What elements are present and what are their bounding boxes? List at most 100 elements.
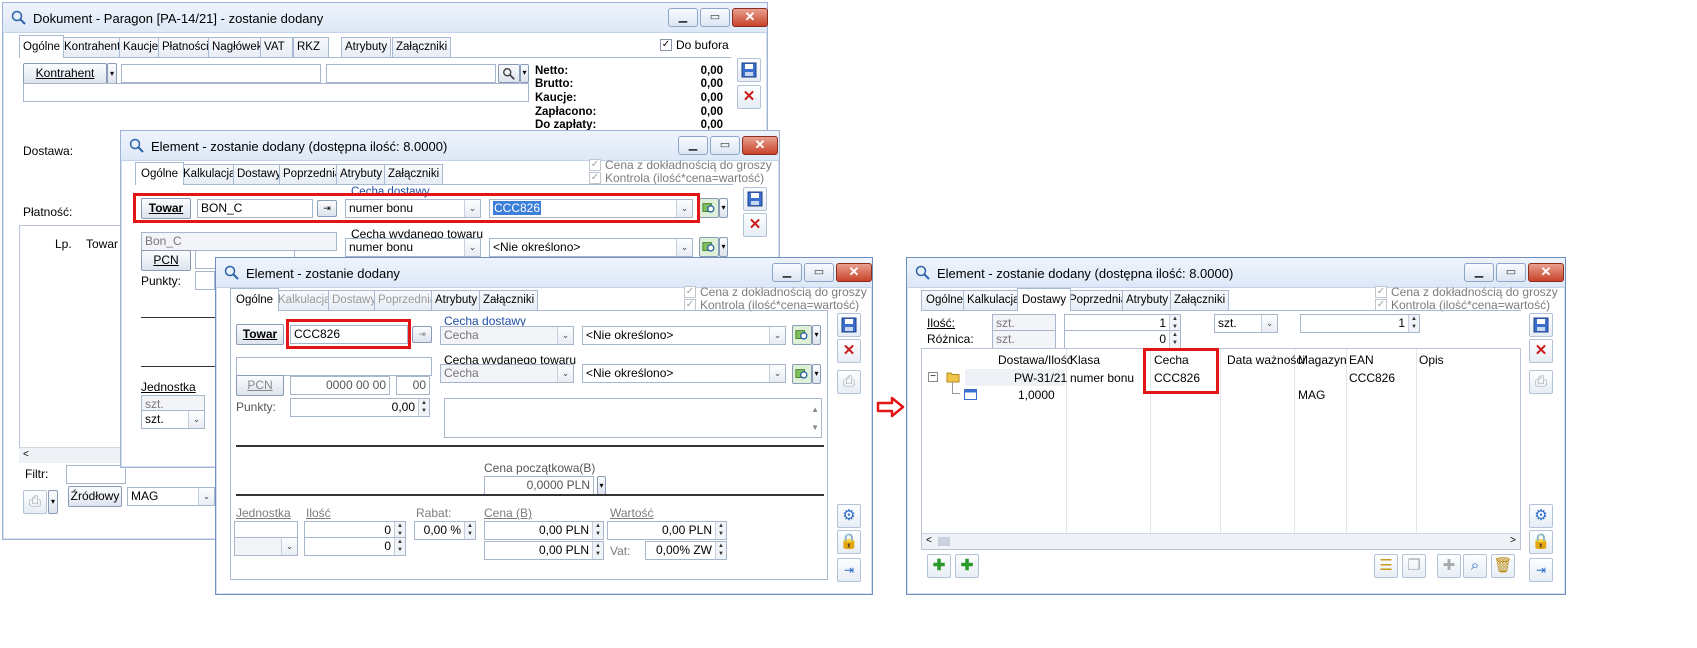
tab-dostawy[interactable]: Dostawy — [233, 164, 286, 184]
tab-kaucje[interactable]: Kaucje — [119, 37, 163, 57]
kontrahent-code-input[interactable] — [121, 64, 321, 83]
tab-ogolne[interactable]: Ogólne — [135, 162, 185, 185]
filtr-input[interactable] — [66, 465, 126, 484]
cecha-picker-dropdown[interactable]: ▾ — [719, 198, 728, 218]
spinner-icon[interactable]: ▲ ▼ — [715, 522, 726, 539]
col-ean[interactable]: EAN — [1349, 353, 1374, 367]
towar-name-input[interactable]: Bon_C — [141, 232, 337, 251]
tab-zalaczniki[interactable]: Załączniki — [479, 290, 539, 310]
col-data-waznosci[interactable]: Data ważności — [1227, 353, 1305, 367]
tab-atrybuty[interactable]: Atrybuty — [431, 290, 482, 310]
col-opis[interactable]: Opis — [1419, 353, 1444, 367]
maximize-button[interactable]: ▭ — [1496, 263, 1526, 282]
cena-input-2[interactable]: 0,00 PLN ▲ ▼ — [484, 541, 604, 560]
tab-zalaczniki[interactable]: Załączniki — [392, 37, 452, 57]
delete-icon[interactable]: ✕ — [743, 213, 767, 237]
tab-dostawy[interactable]: Dostawy — [1017, 288, 1072, 311]
pcn-button[interactable]: PCN — [141, 250, 191, 271]
cecha-wydanego-value-select[interactable]: <Nie określono> ⌄ — [582, 364, 786, 383]
delete-icon[interactable]: ✕ — [837, 339, 861, 363]
cena-poczatkowa-input[interactable]: 0,0000 PLN — [484, 476, 594, 495]
save-icon[interactable] — [837, 313, 861, 337]
col-dostawa-ilosc[interactable]: Dostawa/Ilość — [998, 353, 1073, 367]
cecha-wydanego-dropdown[interactable]: ▾ — [812, 364, 821, 384]
tab-kontrahent[interactable]: Kontrahent — [60, 37, 125, 57]
spinner-icon[interactable]: ▲ ▼ — [418, 399, 429, 416]
scroll-arrows-icon[interactable]: ▲ ▼ — [811, 401, 819, 437]
tab-platnosci[interactable]: Płatności — [158, 37, 213, 57]
kontrahent-name-input[interactable] — [326, 64, 496, 83]
scroll-left-icon[interactable]: < — [926, 535, 932, 546]
delete-icon[interactable]: ✕ — [737, 85, 761, 109]
lock-icon[interactable]: 🔒 — [1529, 530, 1553, 554]
gears-icon[interactable]: ⚙ — [1529, 504, 1553, 528]
list-icon[interactable]: ☰ — [1374, 554, 1398, 578]
minimize-button[interactable]: ▁ — [1464, 263, 1494, 282]
save-icon[interactable] — [737, 58, 761, 82]
spinner-icon[interactable]: ▲ ▼ — [1169, 331, 1180, 348]
cecha-wydanego-value-select[interactable]: <Nie określono> ⌄ — [489, 238, 693, 257]
horizontal-scrollbar[interactable]: < > — [922, 533, 1520, 549]
tab-ogolne[interactable]: Ogólne — [230, 288, 280, 311]
cecha-picker-dropdown[interactable]: ▾ — [812, 325, 821, 345]
col-magazyn[interactable]: Magazyn — [1298, 353, 1347, 367]
close-button[interactable]: ✕ — [742, 136, 778, 155]
tab-ogolne[interactable]: Ogólne — [19, 35, 65, 58]
cecha-dostawy-value-select[interactable]: <Nie określono> ⌄ — [582, 326, 786, 345]
kontrahent-button[interactable]: Kontrahent — [23, 63, 107, 84]
tab-rkz[interactable]: RKZ — [293, 37, 329, 57]
kontrahent-dropdown-button[interactable]: ▾ — [107, 63, 117, 84]
tab-kalkulacja[interactable]: Kalkulacja — [179, 164, 240, 184]
collapse-icon[interactable]: − — [928, 372, 938, 382]
spinner-icon[interactable]: ▲ ▼ — [592, 522, 603, 539]
pin-icon[interactable]: ⇥ — [1529, 558, 1553, 582]
tab-ogolne[interactable]: Ogólne — [921, 290, 969, 310]
spinner-icon[interactable]: ▲ ▼ — [464, 522, 475, 539]
wartosc-input[interactable]: 0,00 PLN ▲ ▼ — [607, 521, 727, 540]
kontrahent-search-button[interactable] — [498, 64, 520, 83]
close-button[interactable]: ✕ — [732, 8, 768, 27]
spinner-icon[interactable]: ▲ ▼ — [1408, 315, 1419, 332]
printer-icon[interactable]: ⎙ — [23, 490, 47, 514]
cecha-wydanego-dropdown[interactable]: ▾ — [719, 237, 728, 257]
cecha-wydanego-class-select[interactable]: numer bonu ⌄ — [345, 238, 481, 257]
tab-naglowek[interactable]: Nagłówek — [208, 37, 267, 57]
tab-zalaczniki[interactable]: Załączniki — [1170, 290, 1230, 310]
cena-input-1[interactable]: 0,00 PLN ▲ ▼ — [484, 521, 604, 540]
ilosc-input-2[interactable]: 1 ▲ ▼ — [1300, 314, 1420, 333]
trash-icon[interactable]: 🗑 — [1491, 554, 1515, 578]
tab-atrybuty[interactable]: Atrybuty — [336, 164, 387, 184]
save-icon[interactable] — [743, 187, 767, 211]
scroll-right-icon[interactable]: > — [1510, 535, 1516, 546]
minimize-button[interactable]: ▁ — [772, 263, 802, 282]
plus-icon[interactable]: ✚ — [1437, 554, 1461, 578]
minimize-button[interactable]: ▁ — [668, 8, 698, 27]
unit-select[interactable]: szt. ⌄ — [141, 410, 205, 429]
table-row[interactable]: − PW-31/21 numer bonu CCC826 CCC826 — [922, 369, 1520, 386]
horizontal-scrollbar[interactable]: < — [19, 447, 123, 463]
delete-icon[interactable]: ✕ — [1529, 339, 1553, 363]
description-textarea[interactable]: ▲ ▼ — [444, 398, 822, 438]
maximize-button[interactable]: ▭ — [804, 263, 834, 282]
punkty-input[interactable]: 0,00 ▲ ▼ — [290, 398, 430, 417]
cecha-picker-button[interactable] — [792, 325, 812, 345]
kontrahent-search-dropdown[interactable]: ▾ — [520, 64, 529, 83]
spinner-icon[interactable]: ▲ ▼ — [715, 542, 726, 559]
table-row[interactable]: 1,0000 MAG — [922, 382, 1520, 403]
gears-icon[interactable]: ⚙ — [837, 504, 861, 528]
towar-button[interactable]: Towar — [236, 324, 284, 345]
spinner-icon[interactable]: ▲ ▼ — [592, 542, 603, 559]
col-klasa[interactable]: Klasa — [1070, 353, 1100, 367]
save-icon[interactable] — [1529, 313, 1553, 337]
do-bufora-checkbox[interactable]: ✓ — [660, 39, 672, 51]
maximize-button[interactable]: ▭ — [700, 8, 730, 27]
spinner-icon[interactable]: ▲ ▼ — [394, 538, 405, 555]
towar-link-button[interactable]: ⇥ — [412, 326, 432, 343]
tab-zalaczniki[interactable]: Załączniki — [384, 164, 444, 184]
cecha-wydanego-picker[interactable] — [792, 364, 812, 384]
pin-icon[interactable]: ⇥ — [837, 558, 861, 582]
rabat-input[interactable]: 0,00 % ▲ ▼ — [414, 521, 476, 540]
pcn-input[interactable]: 0000 00 00 — [290, 376, 390, 395]
vat-input[interactable]: 0,00% ZW ▲ ▼ — [645, 541, 727, 560]
close-button[interactable]: ✕ — [1528, 263, 1564, 282]
